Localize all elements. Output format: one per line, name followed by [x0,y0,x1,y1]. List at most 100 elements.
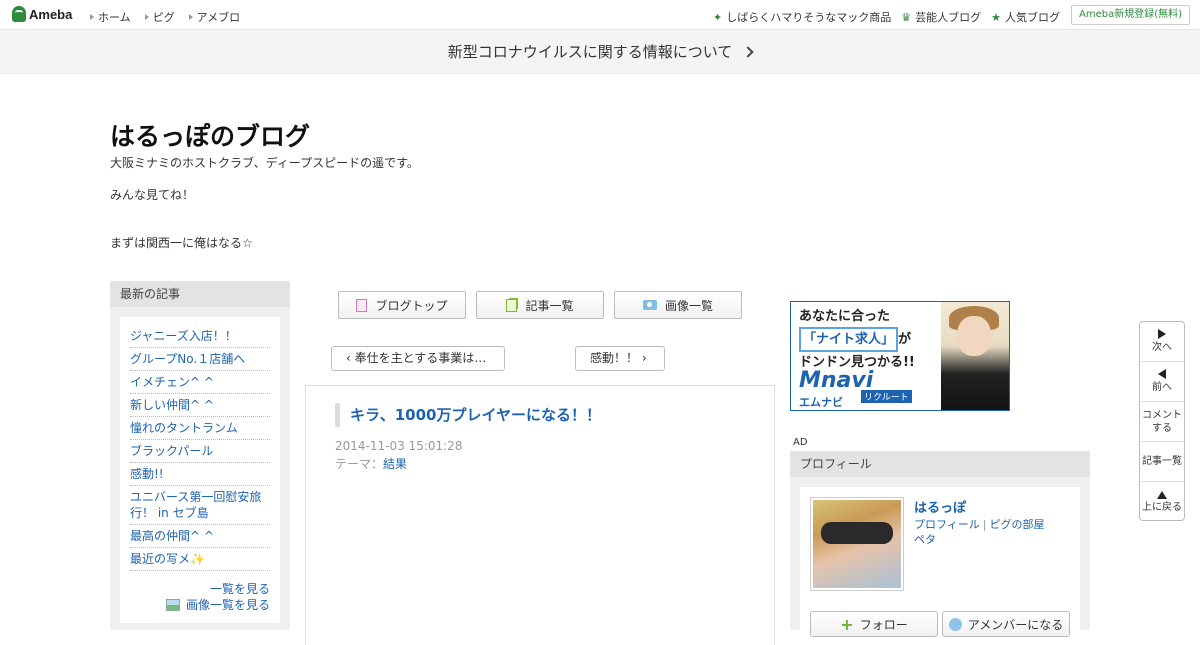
follow-button[interactable]: + フォロー [810,611,938,637]
floating-list-label: 記事一覧 [1142,456,1182,467]
triangle-right-icon [144,14,149,20]
floating-next-button[interactable]: 次へ [1140,322,1184,362]
list-item: 新しい仲間^ ^ [130,394,270,417]
recent-entries-box: ジャニーズ入店！！ グループNo.１店舗へ イメチェン^ ^ 新しい仲間^ ^ … [120,317,280,623]
triangle-right-icon [90,14,94,20]
list-item: グループNo.１店舗へ [130,348,270,371]
amember-button[interactable]: アメンバーになる [942,611,1070,637]
floating-comment-label: コメントする [1142,409,1182,434]
list-item: 最高の仲間^ ^ [130,525,270,548]
ad-copy-line-1: あなたに合った [799,309,891,324]
ameba-logo-icon [12,6,26,22]
blog-desc-line-2: みんな見てね！ [110,188,195,202]
recent-entry-link[interactable]: 憧れのタントランム [130,421,238,435]
register-button[interactable]: Ameba新規登録(無料) [1070,5,1190,25]
ad-brand-kana: エムナビ [799,396,843,409]
play-right-icon [1158,329,1166,339]
tab-image-list-label: 画像一覧 [664,298,713,313]
arrow-up-icon [1157,490,1167,499]
global-header: Ameba ホーム ピグ アメブロ ✦ しばらくハマりそうなマック商品 ♛ 芸能人ブ… [0,0,1200,30]
ameba-logo-text: Ameba [29,6,73,22]
ad-copy-suffix: が [898,332,912,347]
entry-article: キラ、1000万プレイヤーになる！！ 2014-11-03 15:01:28 テ… [305,385,775,645]
peta-link[interactable]: ペタ [914,533,936,546]
profile-heading: プロフィール [790,451,1090,477]
floating-list-button[interactable]: 記事一覧 [1140,442,1184,482]
ad-label: AD [793,437,808,448]
profile-link[interactable]: プロフィール [914,518,980,531]
header-link-popular[interactable]: ★ 人気ブログ [991,9,1060,25]
floating-comment-button[interactable]: コメントする [1140,402,1184,442]
blog-title[interactable]: はるっぽのブログ [110,117,310,153]
blog-desc-line-1: 大阪ミナミのホストクラブ、ディープスピードの遥です。 [110,156,419,170]
floating-nav: 次へ 前へ コメントする 記事一覧 上に戻る [1139,321,1185,521]
recent-entries-list: ジャニーズ入店！！ グループNo.１店舗へ イメチェン^ ^ 新しい仲間^ ^ … [130,325,270,571]
floating-top-button[interactable]: 上に戻る [1140,482,1184,522]
list-item: 感動!! [130,463,270,486]
recent-entry-link[interactable]: 最高の仲間^ ^ [130,529,214,543]
global-nav: ホーム ピグ アメブロ [90,9,240,25]
next-entry-button[interactable]: 感動！！ › [575,346,665,371]
recent-entries-heading: 最新の記事 [110,281,290,307]
list-item: 最近の写メ✨ [130,548,270,571]
star-icon: ★ [991,10,1001,24]
sunglasses-image [821,522,893,544]
floating-prev-label: 前へ [1152,382,1172,393]
profile-widget: プロフィール はるっぽ プロフィール | ピグの部屋 ペタ + フォロー アメンバーに… [790,451,1090,637]
entry-theme-label: テーマ： [335,457,384,471]
header-link-popular-label: 人気ブログ [1005,11,1060,24]
nav-home-link[interactable]: ホーム [90,9,131,25]
ad-copy: あなたに合った 「ナイト求人」が ドンドン見つかる!! [799,306,949,373]
blog-description: 大阪ミナミのホストクラブ、ディープスピードの遥です。 みんな見てね！ まずは関西… [110,155,419,267]
tab-entry-list-label: 記事一覧 [525,298,574,313]
recent-entry-link[interactable]: ブラックパール [130,444,213,458]
floating-next-label: 次へ [1152,342,1172,353]
entry-title[interactable]: キラ、1000万プレイヤーになる！！ [335,403,601,427]
tab-blog-top[interactable]: ブログトップ [338,291,466,319]
camera-icon [642,300,657,310]
ad-banner[interactable]: あなたに合った 「ナイト求人」が ドンドン見つかる!! Mnavi リクルート … [790,301,1010,411]
header-link-celebrity[interactable]: ♛ 芸能人ブログ [901,9,981,25]
list-item: イメチェン^ ^ [130,371,270,394]
chevron-right-icon [742,45,754,58]
nav-ameblo-link[interactable]: アメブロ [188,9,240,25]
header-link-mac[interactable]: ✦ しばらくハマりそうなマック商品 [713,9,891,25]
recent-entry-link[interactable]: イメチェン^ ^ [130,375,214,389]
recent-entry-link[interactable]: 最近の写メ✨ [130,552,205,566]
prev-entry-button[interactable]: ‹ 奉仕を主とする事業は… [331,346,505,371]
recent-entry-link[interactable]: ジャニーズ入店！！ [130,329,237,343]
image-list-icon [165,599,180,611]
tab-entry-list[interactable]: 記事一覧 [476,291,604,319]
header-links: ✦ しばらくハマりそうなマック商品 ♛ 芸能人ブログ ★ 人気ブログ [713,9,1060,25]
tab-image-list[interactable]: 画像一覧 [614,291,742,319]
avatar[interactable] [810,497,904,591]
entry-theme-link[interactable]: 結果 [383,457,407,471]
sparkle-icon: ✦ [713,10,723,24]
see-images-link[interactable]: 画像一覧を見る [186,597,270,613]
recent-entries-more: 一覧を見る 画像一覧を見る [130,581,270,613]
crown-icon: ♛ [901,10,912,24]
covid-notice-banner[interactable]: 新型コロナウイルスに関する情報について [0,30,1200,74]
plus-icon: + [840,614,854,634]
header-link-mac-label: しばらくハマりそうなマック商品 [726,11,892,24]
recent-entry-link[interactable]: ユニバース第一回慰安旅行！ in セブ島 [130,490,261,520]
triangle-right-icon [188,14,193,20]
ameba-logo[interactable]: Ameba [12,6,72,22]
profile-name[interactable]: はるっぽ [914,497,966,516]
recent-entry-link[interactable]: 新しい仲間^ ^ [130,398,214,412]
header-link-celebrity-label: 芸能人ブログ [915,11,982,24]
nav-pigg-link[interactable]: ピグ [144,9,175,25]
recent-entry-link[interactable]: 感動!! [130,467,164,481]
entry-date: 2014-11-03 15:01:28 [335,439,463,453]
ad-copy-line-2: 「ナイト求人」が [799,327,949,352]
document-icon [356,298,368,312]
recent-entries-widget: 最新の記事 ジャニーズ入店！！ グループNo.１店舗へ イメチェン^ ^ 新しい… [110,281,290,630]
see-all-link[interactable]: 一覧を見る [210,582,270,596]
prev-entry-label: 奉仕を主とする事業は… [354,351,487,365]
recent-entry-link[interactable]: グループNo.１店舗へ [130,352,245,366]
pigg-room-link[interactable]: ピグの部屋 [990,518,1045,531]
play-left-icon [1158,369,1166,379]
floating-prev-button[interactable]: 前へ [1140,362,1184,402]
list-item: ジャニーズ入店！！ [130,325,270,348]
ad-copy-highlight: 「ナイト求人」 [799,327,899,352]
